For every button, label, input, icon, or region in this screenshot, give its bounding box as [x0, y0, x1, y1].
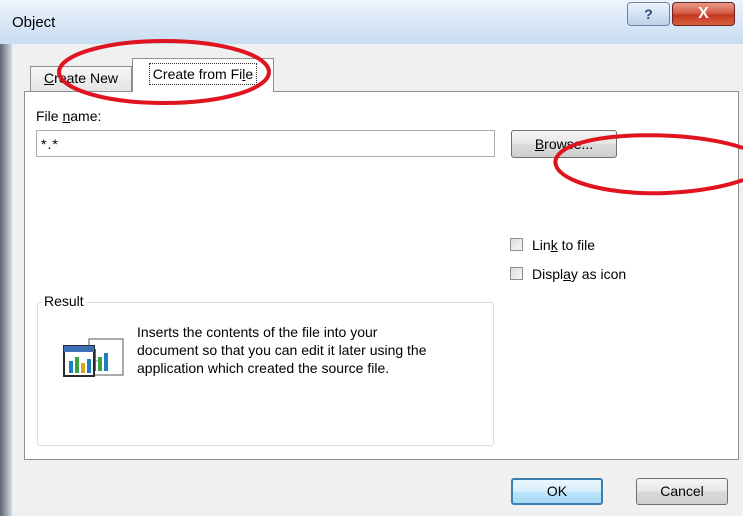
display-as-icon-label[interactable]: Display as icon: [532, 266, 626, 282]
cancel-button[interactable]: Cancel: [636, 478, 728, 505]
link-to-file-checkbox[interactable]: [510, 238, 523, 251]
tab-label: Create from File: [148, 63, 258, 85]
tab-create-from-file[interactable]: Create from File: [132, 58, 274, 92]
result-legend: Result: [42, 293, 86, 309]
link-to-file-label[interactable]: Link to file: [532, 237, 595, 253]
window-title: Object: [12, 14, 56, 31]
help-button[interactable]: ?: [627, 2, 670, 26]
close-button[interactable]: X: [672, 2, 735, 26]
help-icon: ?: [644, 6, 653, 22]
background-window-edge: [0, 44, 12, 516]
tab-label: Create New: [44, 70, 118, 86]
close-icon: X: [698, 5, 709, 22]
object-dialog: Object ? X Create New Create from File F…: [0, 0, 743, 516]
ok-button[interactable]: OK: [511, 478, 603, 505]
object-document-icon: [63, 338, 124, 377]
tab-create-new[interactable]: Create New: [30, 66, 132, 91]
file-name-label: File name:: [36, 108, 102, 124]
title-bar: Object ? X: [0, 0, 743, 44]
file-name-input[interactable]: *.*: [36, 130, 495, 157]
browse-button[interactable]: Browse...: [511, 130, 617, 158]
result-description: Inserts the contents of the file into yo…: [137, 324, 427, 376]
display-as-icon-checkbox[interactable]: [510, 267, 523, 280]
